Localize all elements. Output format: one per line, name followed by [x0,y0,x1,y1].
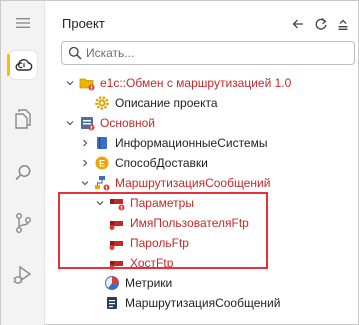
cloud-tile [9,51,37,79]
chevron-right-icon[interactable] [79,153,91,173]
svg-text:E: E [99,159,105,169]
explorer-button[interactable] [1,99,45,139]
tree-label: ИнформационныеСистемы [115,136,268,150]
source-control-icon [16,213,31,233]
tree-label: Метрики [125,276,173,290]
refresh-icon [315,18,327,30]
source-control-button[interactable] [1,203,45,243]
cloud-icon [15,59,33,71]
cloud-button[interactable] [1,45,45,85]
routing-icon [94,175,110,191]
panel-title: Проект [62,16,105,31]
run-debug-icon [13,265,32,284]
activity-bar [1,1,45,325]
tree-row-infosystems[interactable]: ИнформационныеСистемы [79,133,267,153]
arrow-left-icon [292,19,303,29]
tree-label: МаршрутизацияСообщений [125,296,281,310]
search-activity-button[interactable] [1,153,45,193]
chevron-down-icon[interactable] [64,73,76,93]
menu-button[interactable] [1,3,45,43]
selection-highlight-box [58,192,268,269]
tree-row-project[interactable]: e1c::Обмен с маршрутизацией 1.0 [64,73,291,93]
chevron-right-icon[interactable] [79,133,91,153]
collapse-all-button[interactable] [332,13,354,35]
tree-row-delivery[interactable]: E СпособДоставки [79,153,208,173]
chevron-down-icon[interactable] [64,113,76,133]
tree-label: Основной [100,116,156,130]
chevron-down-icon[interactable] [79,173,91,193]
search-icon [64,42,86,64]
collapse-all-icon [338,19,348,30]
enum-icon: E [94,155,110,171]
tree-row-routing[interactable]: МаршрутизацияСообщений [79,173,270,193]
tree-row-routing-module[interactable]: МаршрутизацияСообщений [104,293,280,313]
run-debug-button[interactable] [1,255,45,295]
gear-icon [94,95,110,111]
search-icon [15,165,31,181]
refresh-button[interactable] [310,13,332,35]
menu-icon [16,18,30,28]
tree-row-main[interactable]: Основной [64,113,155,133]
module-file-icon [104,295,120,311]
tree-label: Описание проекта [115,96,218,110]
search-input[interactable] [86,46,354,60]
tree-label: МаршрутизацияСообщений [115,176,271,190]
tree-label: e1c::Обмен с маршрутизацией 1.0 [100,76,292,90]
catalog-icon [94,135,110,151]
back-button[interactable] [287,13,309,35]
tree-row-description[interactable]: Описание проекта [79,93,218,113]
search-box[interactable] [61,41,355,65]
tree-row-metrics[interactable]: Метрики [104,273,172,293]
module-icon [79,115,95,131]
project-window: Проект Искать... e1c::Обмен с маршрутиза… [0,0,359,325]
files-icon [15,109,31,129]
tree-label: СпособДоставки [115,156,208,170]
project-folder-icon [79,75,95,91]
metrics-icon [104,275,120,291]
